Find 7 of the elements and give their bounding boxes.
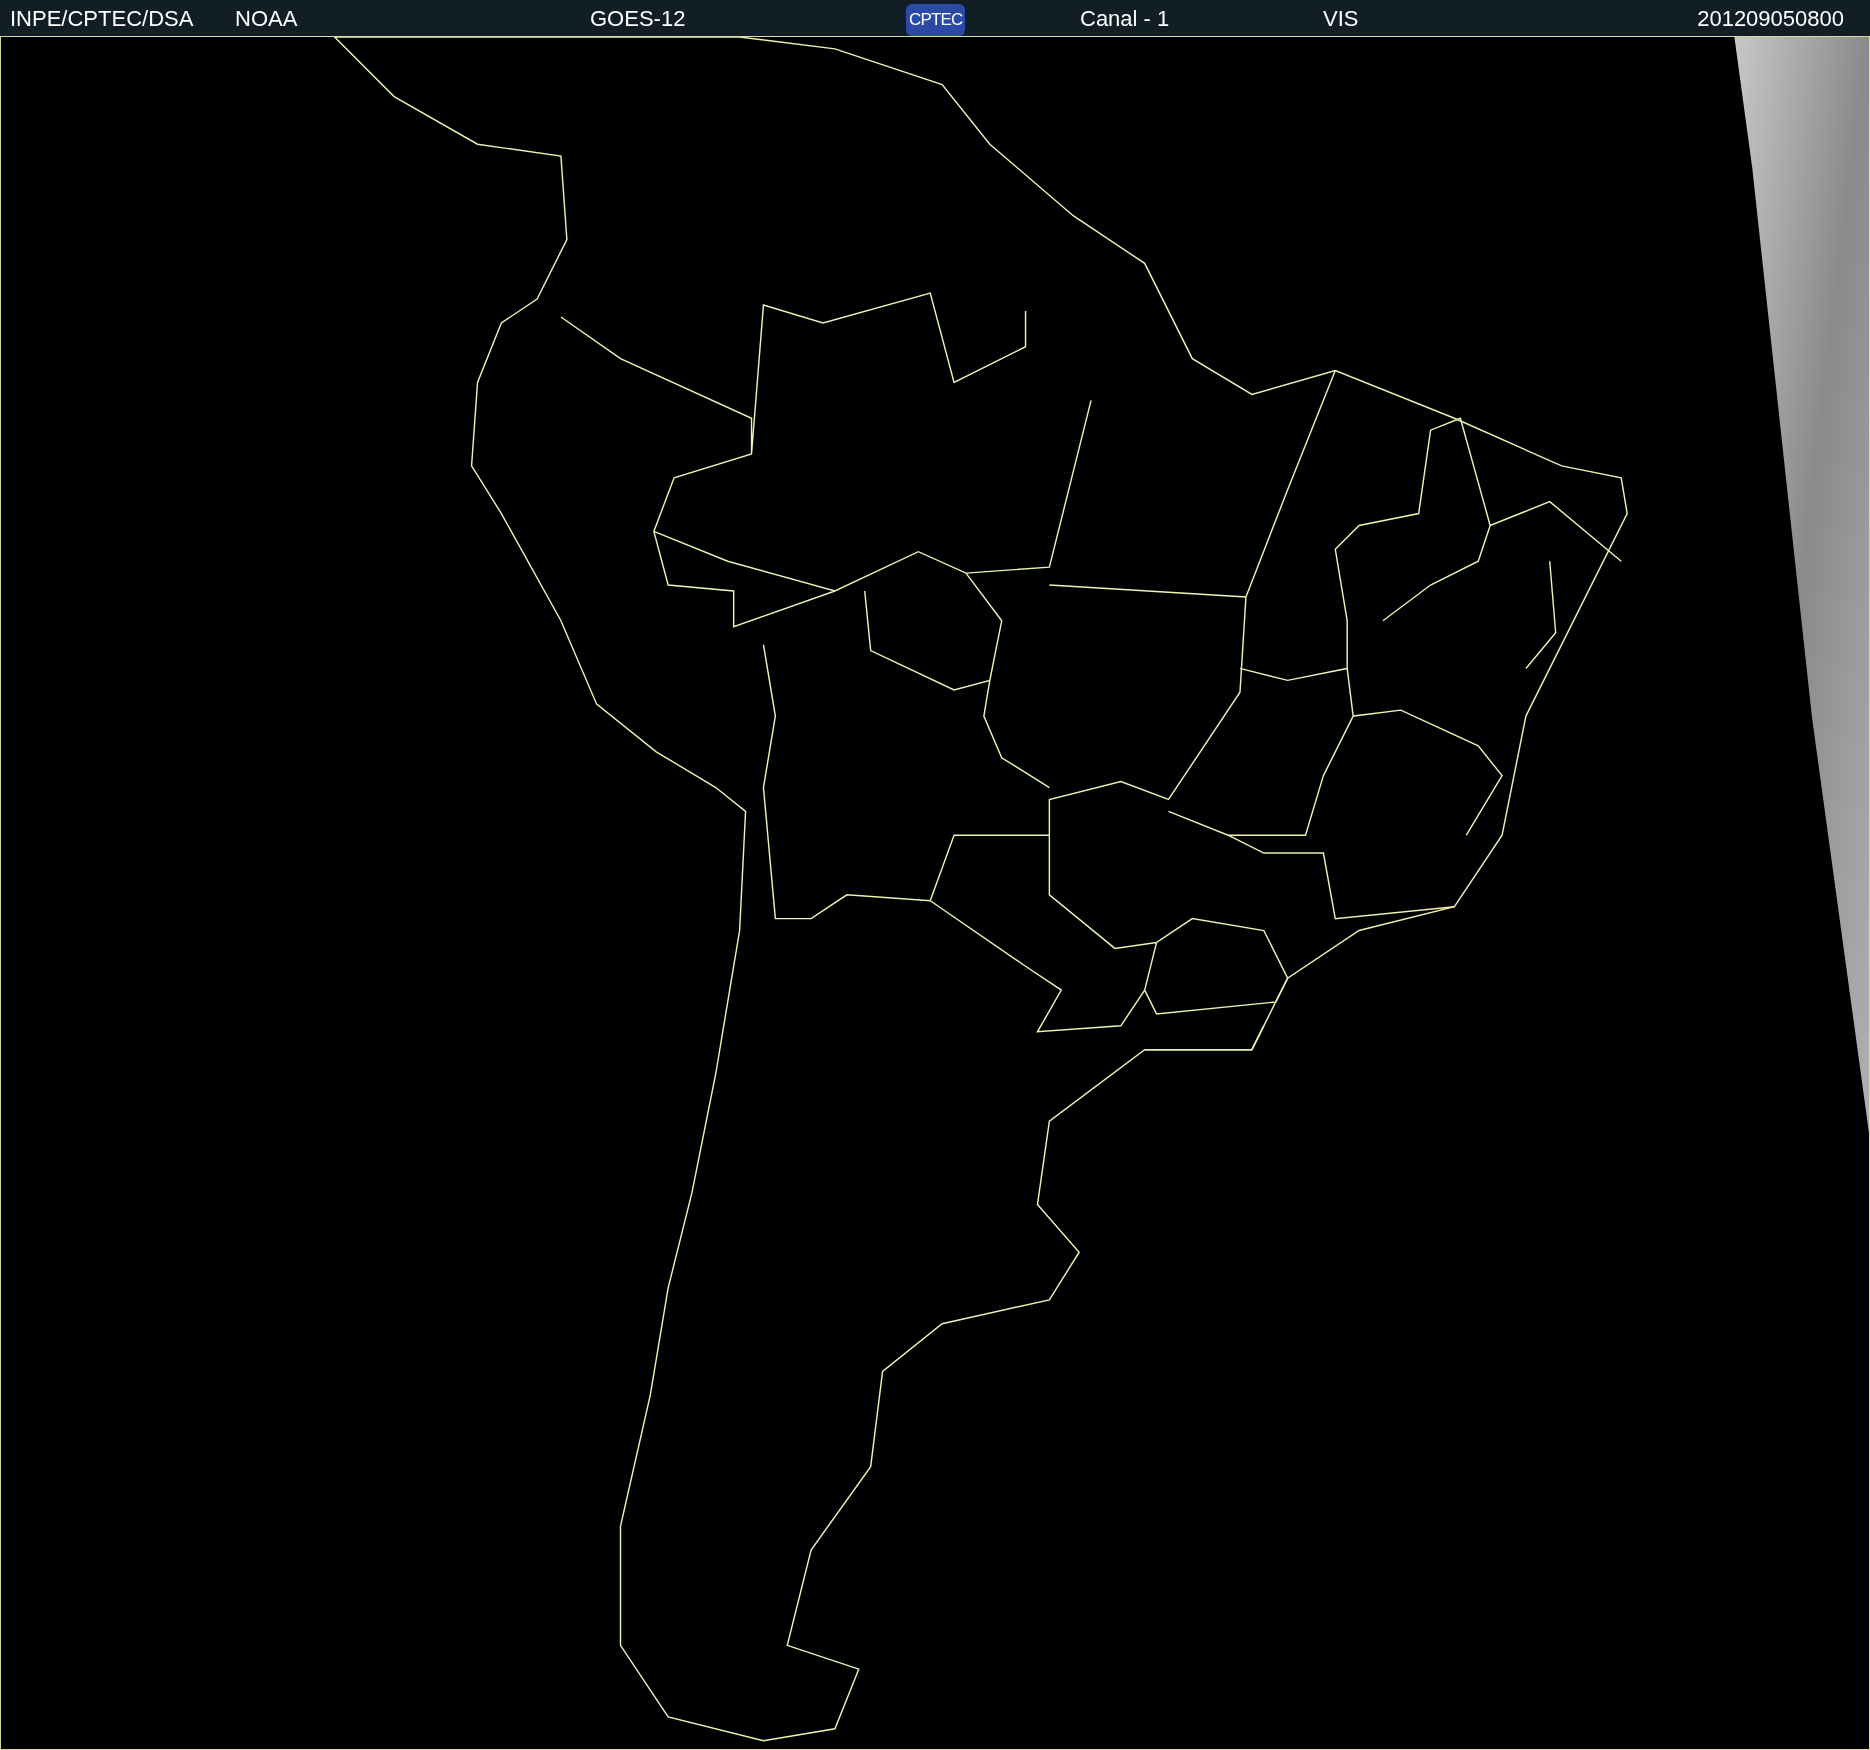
- header-label: INPE/CPTEC/DSA: [10, 5, 194, 31]
- header-label: GOES-12: [590, 5, 686, 31]
- header-label: NOAA: [235, 5, 298, 31]
- header-label: VIS: [1323, 5, 1359, 31]
- header-label: Canal - 1: [1080, 5, 1170, 31]
- header-label: 201209050800: [1697, 5, 1844, 31]
- logo: CPTEC: [906, 3, 966, 36]
